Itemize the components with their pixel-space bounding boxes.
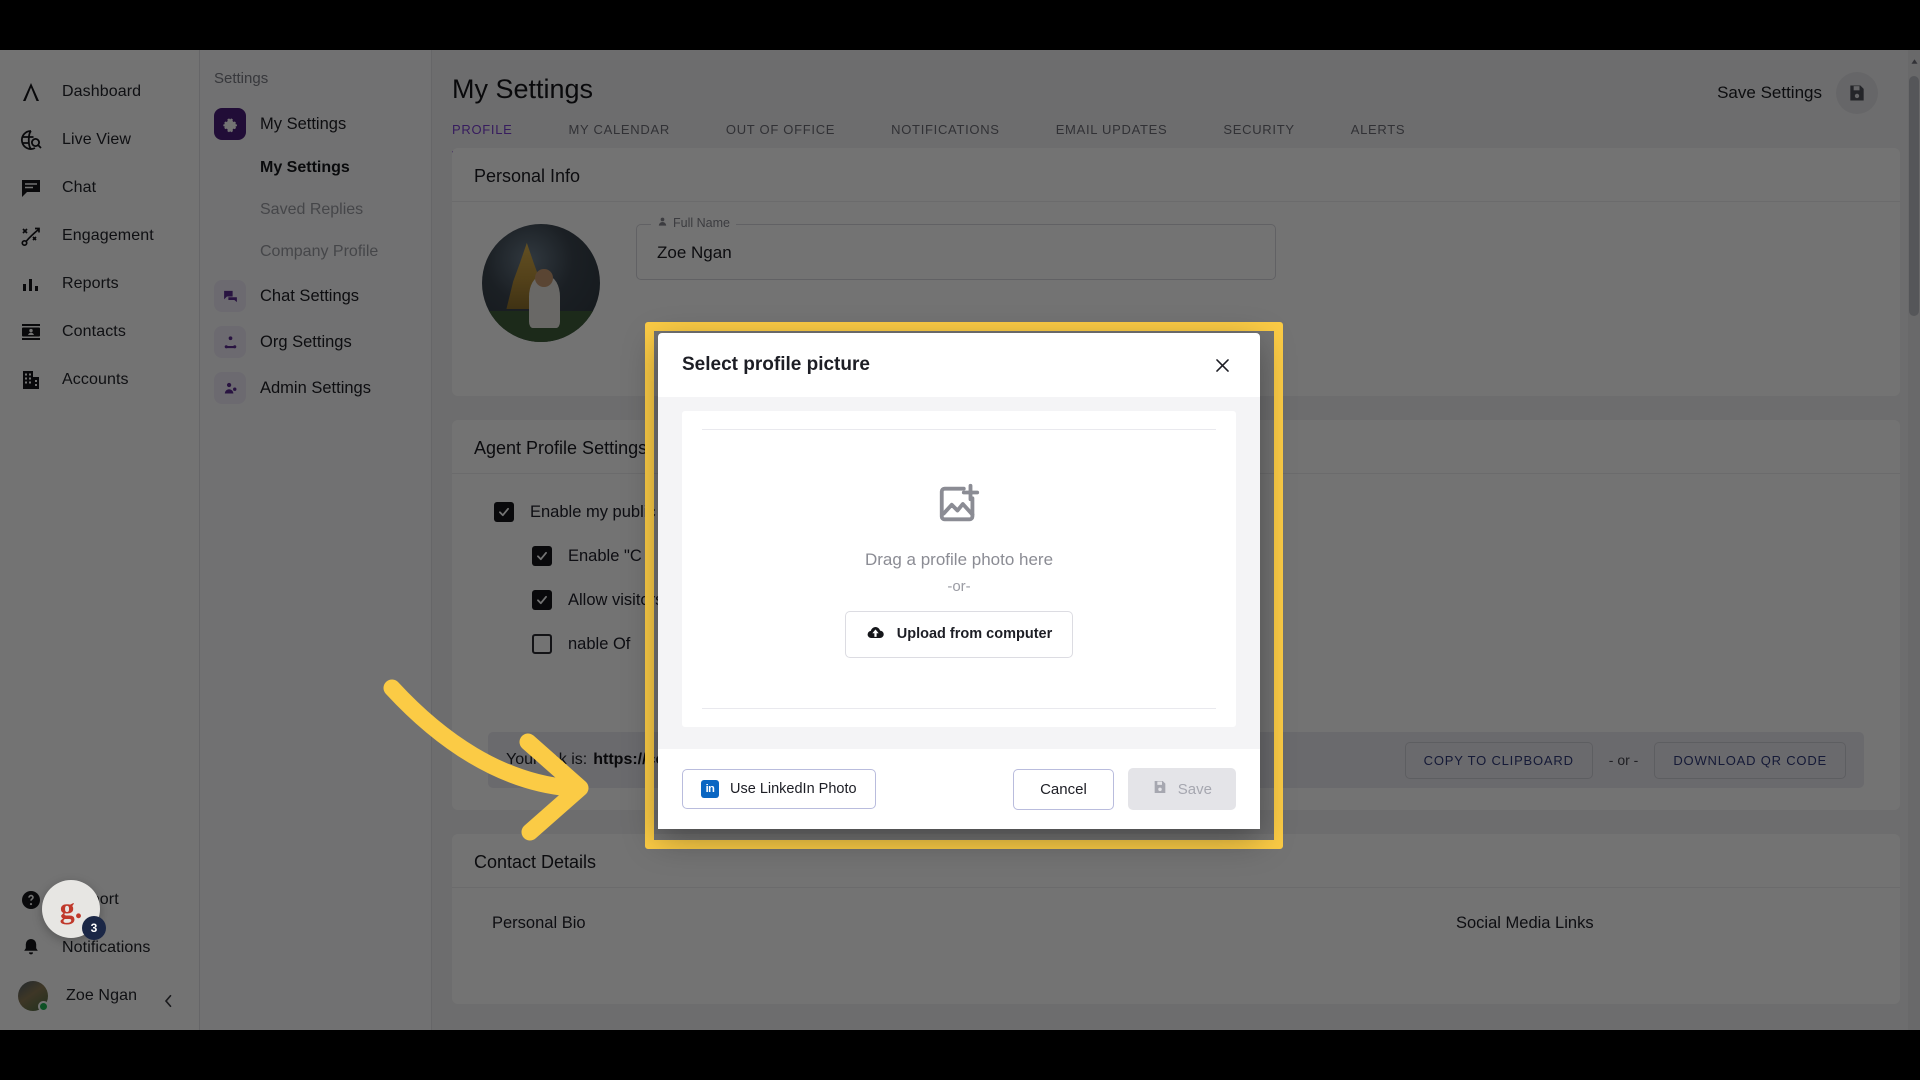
floppy-disk-icon: [1152, 779, 1168, 799]
dialog-body: Drag a profile photo here -or- Upload fr…: [658, 397, 1260, 749]
dropzone-text: Drag a profile photo here: [864, 549, 1054, 569]
save-button[interactable]: Save: [1127, 768, 1236, 810]
upload-from-computer-button[interactable]: Upload from computer: [844, 610, 1074, 658]
close-icon[interactable]: [1208, 351, 1236, 379]
select-profile-picture-dialog: Select profile picture Drag a profile ph…: [658, 333, 1260, 829]
photo-dropzone[interactable]: Drag a profile photo here -or- Upload fr…: [682, 411, 1236, 727]
add-image-icon: [936, 481, 982, 532]
cancel-button[interactable]: Cancel: [1013, 768, 1114, 810]
dropzone-divider-bottom: [702, 708, 1216, 709]
cloud-upload-icon: [866, 623, 885, 646]
linkedin-button-label: Use LinkedIn Photo: [730, 781, 857, 797]
dialog-header: Select profile picture: [658, 333, 1260, 397]
save-button-label: Save: [1177, 780, 1212, 798]
dropzone-divider-top: [702, 429, 1216, 430]
launcher-glyph: g.: [59, 892, 83, 925]
dialog-title: Select profile picture: [682, 354, 870, 375]
app-window: Dashboard Live View Chat: [0, 50, 1920, 1030]
chat-launcher-button[interactable]: g. 3: [42, 880, 106, 940]
linkedin-icon: in: [701, 780, 719, 798]
dialog-footer: in Use LinkedIn Photo Cancel Save: [658, 749, 1260, 829]
use-linkedin-photo-button[interactable]: in Use LinkedIn Photo: [682, 769, 876, 809]
dropzone-or-text: -or-: [947, 577, 971, 595]
launcher-unread-badge: 3: [82, 916, 106, 940]
dialog-footer-actions: Cancel Save: [1013, 768, 1236, 810]
upload-button-label: Upload from computer: [896, 626, 1053, 642]
